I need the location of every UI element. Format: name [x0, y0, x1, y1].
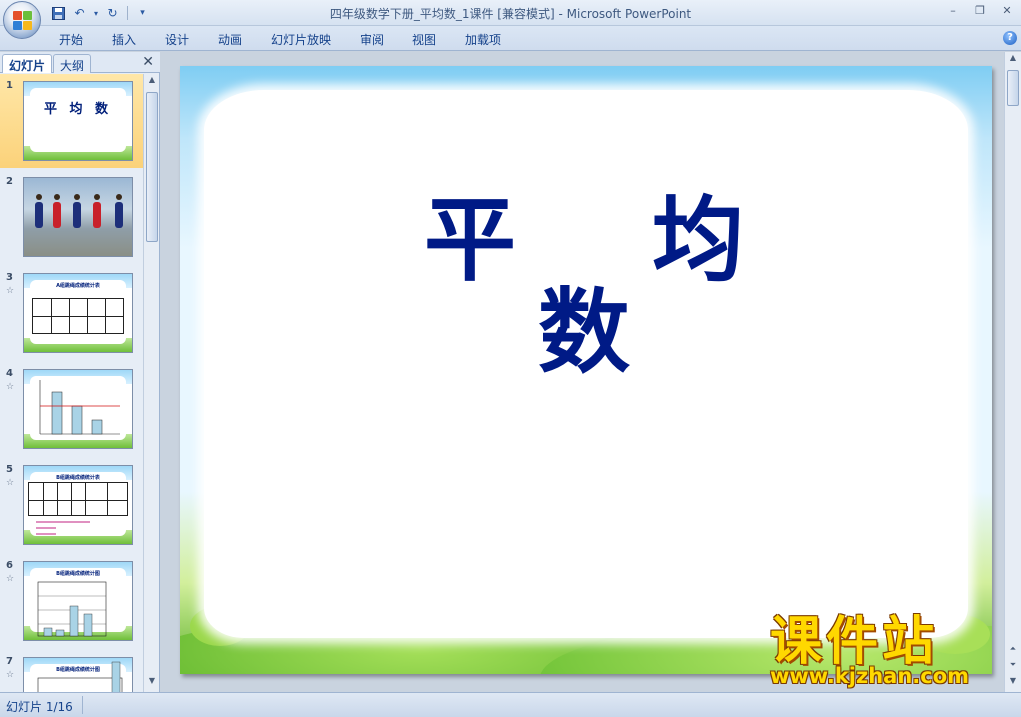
thumbnail-1[interactable]: 平 均 数 [23, 81, 133, 161]
mini-bar-chart [37, 581, 107, 637]
thumbnail-4[interactable] [23, 369, 133, 449]
slide-scrollbar[interactable]: ▲ ⏶ ⏷ ▼ [1004, 52, 1021, 692]
watermark: 课件站 www.kjzhan.com [770, 614, 1002, 688]
thumbnail-scrollbar[interactable]: ▲ ▼ [143, 74, 159, 692]
mini-table [32, 298, 124, 334]
thumbnail-number: 7 [6, 656, 13, 667]
panel-close-icon[interactable]: ✕ [142, 54, 154, 70]
thumbnail-title: 平 均 数 [43, 102, 113, 117]
prev-slide-icon[interactable]: ⏶ [1007, 644, 1019, 658]
kid-figure [35, 202, 43, 228]
next-slide-icon[interactable]: ⏷ [1007, 660, 1019, 674]
slides-panel: 幻灯片 大纲 ✕ 1 平 均 数 2 3 ☆ A组跳绳成绩统计表 4 ☆ 5 ☆… [0, 52, 160, 692]
thumbnail-6[interactable]: B组跳绳成绩统计图 [23, 561, 133, 641]
scroll-down-icon[interactable]: ▼ [146, 676, 158, 690]
status-bar: 幻灯片 1/16 [0, 692, 1021, 717]
watermark-url: www.kjzhan.com [770, 664, 970, 688]
thumbnail-row-5[interactable]: 5 ☆ B组跳绳成绩统计表 [0, 458, 143, 552]
thumbnail-5[interactable]: B组跳绳成绩统计表 [23, 465, 133, 545]
window-title: 四年级数学下册_平均数_1课件 [兼容模式] - Microsoft Power… [329, 7, 692, 21]
thumbnail-row-3[interactable]: 3 ☆ A组跳绳成绩统计表 [0, 266, 143, 360]
office-button[interactable] [3, 1, 41, 39]
mini-table-col [87, 299, 88, 333]
kid-figure [36, 194, 42, 200]
tab-review[interactable]: 审阅 [360, 31, 384, 48]
restore-icon[interactable]: ❐ [967, 2, 993, 20]
scroll-up-icon[interactable]: ▲ [146, 75, 158, 89]
kid-figure [94, 194, 100, 200]
tab-slideshow[interactable]: 幻灯片放映 [271, 31, 331, 48]
thumbnail-row-6[interactable]: 6 ☆ B组跳绳成绩统计图 [0, 554, 143, 648]
thumbnail-row-1[interactable]: 1 平 均 数 [0, 74, 143, 168]
mini-table-row [33, 299, 123, 317]
thumbnail-number: 6 [6, 560, 13, 571]
kid-figure [73, 202, 81, 228]
slide-editor: 平 均 数 课件站 www.kjzhan.com ▲ ⏶ ⏷ ▼ [161, 52, 1021, 692]
thumbnail-number: 4 [6, 368, 13, 379]
thumbnail-row-7[interactable]: 7 ☆ B组跳绳成绩统计图 [0, 650, 143, 692]
tab-animations[interactable]: 动画 [218, 31, 242, 48]
tab-insert[interactable]: 插入 [112, 31, 136, 48]
thumbnail-row-4[interactable]: 4 ☆ [0, 362, 143, 456]
scroll-down-icon[interactable]: ▼ [1007, 676, 1019, 690]
mini-calc-lines [36, 521, 90, 535]
thumbnail-number: 5 [6, 464, 13, 475]
tab-home[interactable]: 开始 [59, 31, 83, 48]
thumbnail-heading: A组跳绳成绩统计表 [56, 283, 100, 289]
tab-design[interactable]: 设计 [165, 31, 189, 48]
close-icon[interactable]: ✕ [994, 2, 1020, 20]
scroll-up-icon[interactable]: ▲ [1007, 53, 1019, 67]
thumbnail-2[interactable] [23, 177, 133, 257]
kid-figure [116, 194, 122, 200]
slide-title[interactable]: 平 均 数 [380, 194, 840, 378]
thumbnail-number: 3 [6, 272, 13, 283]
panel-tabs: 幻灯片 大纲 ✕ [0, 52, 160, 73]
mini-table-col [51, 299, 52, 333]
animation-icon: ☆ [6, 478, 15, 488]
mini-table-col [105, 299, 106, 333]
animation-icon: ☆ [6, 382, 15, 392]
slide-canvas[interactable]: 平 均 数 [180, 66, 992, 674]
help-icon[interactable]: ? [1003, 31, 1017, 45]
status-separator [82, 696, 83, 714]
title-bar: ↶ ▾ ↻ ▾ 四年级数学下册_平均数_1课件 [兼容模式] - Microso… [0, 0, 1021, 39]
thumbnail-row-2[interactable]: 2 [0, 170, 143, 264]
scroll-thumb[interactable] [1007, 70, 1019, 106]
mini-table-col [69, 299, 70, 333]
scroll-thumb[interactable] [146, 92, 158, 242]
tab-view[interactable]: 视图 [412, 31, 436, 48]
kid-figure [115, 202, 123, 228]
thumbnail-list: 1 平 均 数 2 3 ☆ A组跳绳成绩统计表 4 ☆ 5 ☆ B组跳绳成绩统计… [0, 74, 143, 692]
tab-addins[interactable]: 加载项 [465, 31, 501, 48]
kid-figure [53, 202, 61, 228]
slide-counter: 幻灯片 1/16 [6, 700, 73, 714]
ribbon-tabs: 开始 插入 设计 动画 幻灯片放映 审阅 视图 加载项 ? [0, 26, 1021, 51]
tab-slides[interactable]: 幻灯片 [2, 54, 53, 73]
minimize-icon[interactable]: – [940, 2, 966, 20]
watermark-brand: 课件站 [770, 612, 939, 672]
animation-icon: ☆ [6, 670, 15, 680]
office-logo-icon [13, 11, 33, 31]
kid-figure [74, 194, 80, 200]
mini-bar-chart [37, 661, 123, 692]
animation-icon: ☆ [6, 574, 15, 584]
thumbnail-3[interactable]: A组跳绳成绩统计表 [23, 273, 133, 353]
kid-figure [93, 202, 101, 228]
thumbnail-number: 1 [6, 80, 13, 91]
animation-icon: ☆ [6, 286, 15, 296]
thumbnail-number: 2 [6, 176, 13, 187]
kid-figure [54, 194, 60, 200]
thumbnail-7[interactable]: B组跳绳成绩统计图 [23, 657, 133, 692]
tab-outline[interactable]: 大纲 [53, 54, 92, 73]
mini-bar-chart [39, 380, 120, 435]
